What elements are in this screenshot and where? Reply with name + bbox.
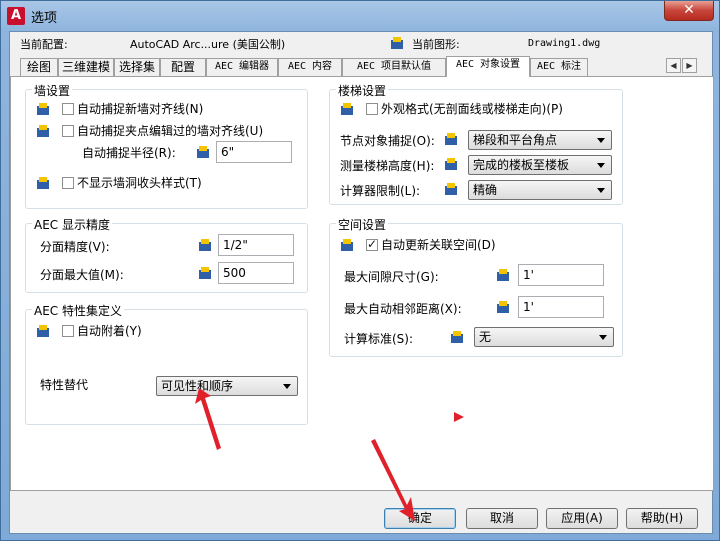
annotation-arrow-icon (454, 412, 464, 422)
window-title: 选项 (31, 11, 58, 26)
facet-deviation-input[interactable]: 1/2" (218, 234, 294, 256)
auto-update-space-label: 自动更新关联空间(D) (381, 238, 496, 252)
drawing-default-icon (497, 301, 509, 313)
drawing-default-icon (37, 177, 49, 189)
drawing-default-icon (199, 239, 211, 251)
hide-cleanup-label: 不显示墙洞收头样式(T) (77, 176, 202, 190)
drawing-default-icon (341, 103, 353, 115)
max-gap-label: 最大间隙尺寸(G): (344, 270, 439, 284)
tab-aec-editor[interactable]: AEC 编辑器 (206, 58, 278, 76)
measure-height-dropdown[interactable]: 完成的楼板至楼板 (468, 155, 612, 175)
chevron-down-icon (597, 163, 605, 168)
calculator-limits-label: 计算器限制(L): (340, 184, 421, 198)
tab-selection[interactable]: 选择集 (114, 58, 160, 76)
current-profile-label: 当前配置: (20, 38, 68, 51)
tab-scroll-left-icon[interactable]: ◀ (666, 58, 681, 73)
facet-deviation-label: 分面精度(V): (40, 240, 110, 254)
stair-settings-group: 楼梯设置 外观格式(无剖面线或楼梯走向)(P) 节点对象捕捉(O): 梯段和平台… (329, 82, 623, 205)
measure-height-label: 测量楼梯高度(H): (340, 159, 435, 173)
max-adjacent-input[interactable]: 1' (518, 296, 604, 318)
space-settings-group: 空间设置 自动更新关联空间(D) 最大间隙尺寸(G): 1' 最大自动相邻距离(… (329, 216, 623, 357)
property-set-group: AEC 特性集定义 自动附着(Y) 特性替代 可见性和顺序 (25, 302, 308, 425)
autosnap-new-walls-label: 自动捕捉新墙对齐线(N) (77, 102, 204, 116)
drawing-default-icon (197, 146, 209, 158)
calculator-limits-value: 精确 (473, 183, 498, 197)
calc-standard-value: 无 (479, 330, 492, 344)
tab-aec-project-defaults[interactable]: AEC 项目默认值 (342, 58, 446, 76)
node-snap-label: 节点对象捕捉(O): (340, 134, 435, 148)
drawing-default-icon (445, 158, 457, 170)
max-gap-input[interactable]: 1' (518, 264, 604, 286)
drawing-default-icon (497, 269, 509, 281)
space-settings-title: 空间设置 (336, 216, 389, 233)
measure-height-value: 完成的楼板至楼板 (473, 158, 570, 172)
current-drawing-label: 当前图形: (412, 38, 460, 51)
hide-cleanup-checkbox[interactable]: 不显示墙洞收头样式(T) (62, 174, 202, 191)
calc-standard-dropdown[interactable]: 无 (474, 327, 614, 347)
drawing-default-icon (37, 125, 49, 137)
drawing-default-icon (445, 133, 457, 145)
tab-3d-modeling[interactable]: 三维建模 (58, 58, 114, 76)
property-set-title: AEC 特性集定义 (32, 302, 124, 319)
autosnap-radius-input[interactable]: 6" (216, 141, 292, 163)
dialog-client: 当前配置: AutoCAD Arc...ure (美国公制) 当前图形: Dra… (9, 31, 714, 534)
drawing-default-icon (37, 103, 49, 115)
display-resolution-title: AEC 显示精度 (32, 216, 112, 233)
cancel-button[interactable]: 取消 (466, 508, 538, 529)
autosnap-grip-walls-checkbox[interactable]: 自动捕捉夹点编辑过的墙对齐线(U) (62, 122, 263, 139)
autosnap-radius-label: 自动捕捉半径(R): (82, 146, 176, 160)
wall-settings-group: 墙设置 自动捕捉新墙对齐线(N) 自动捕捉夹点编辑过的墙对齐线(U) 自动捕捉半… (25, 82, 308, 209)
tab-aec-object-settings[interactable]: AEC 对象设置 (446, 56, 530, 77)
auto-attach-label: 自动附着(Y) (77, 324, 142, 338)
apply-button[interactable]: 应用(A) (546, 508, 618, 529)
auto-attach-checkbox[interactable]: 自动附着(Y) (62, 322, 142, 339)
aec-object-settings-panel: 墙设置 自动捕捉新墙对齐线(N) 自动捕捉夹点编辑过的墙对齐线(U) 自动捕捉半… (10, 76, 714, 491)
display-resolution-group: AEC 显示精度 分面精度(V): 1/2" 分面最大值(M): 500 (25, 216, 308, 293)
drawing-default-icon (199, 267, 211, 279)
drawing-default-icon (341, 239, 353, 251)
tab-profiles[interactable]: 配置 (160, 58, 206, 76)
stair-settings-title: 楼梯设置 (336, 82, 389, 99)
tab-drafting[interactable]: 绘图 (20, 58, 58, 76)
facet-max-label: 分面最大值(M): (40, 268, 124, 282)
chevron-down-icon (597, 188, 605, 193)
stair-plan-style-label: 外观格式(无剖面线或楼梯走向)(P) (381, 102, 563, 116)
autocad-logo-icon: A (7, 7, 25, 25)
drawing-default-icon (445, 183, 457, 195)
tab-scroll-right-icon[interactable]: ▶ (682, 58, 697, 73)
help-button[interactable]: 帮助(H) (626, 508, 698, 529)
drawing-default-icon (451, 331, 463, 343)
drawing-default-icon (37, 325, 49, 337)
current-drawing-value: Drawing1.dwg (528, 38, 601, 49)
annotation-arrow-icon (371, 439, 415, 521)
chevron-down-icon (283, 384, 291, 389)
auto-update-space-checkbox[interactable]: 自动更新关联空间(D) (366, 236, 496, 253)
node-snap-dropdown[interactable]: 梯段和平台角点 (468, 130, 612, 150)
autosnap-grip-walls-label: 自动捕捉夹点编辑过的墙对齐线(U) (77, 124, 264, 138)
close-button[interactable]: ✕ (664, 1, 714, 21)
title-bar[interactable]: A 选项 ✕ (1, 1, 719, 31)
property-override-label: 特性替代 (40, 378, 89, 392)
options-dialog: A 选项 ✕ 当前配置: AutoCAD Arc...ure (美国公制) 当前… (0, 0, 720, 541)
drawing-icon (391, 37, 403, 49)
calculator-limits-dropdown[interactable]: 精确 (468, 180, 612, 200)
tab-aec-content[interactable]: AEC 内容 (278, 58, 342, 76)
max-adjacent-label: 最大自动相邻距离(X): (344, 302, 462, 316)
chevron-down-icon (599, 335, 607, 340)
facet-max-input[interactable]: 500 (218, 262, 294, 284)
tab-aec-dimension[interactable]: AEC 标注 (530, 58, 588, 76)
annotation-arrow-icon (195, 388, 221, 450)
current-profile-value: AutoCAD Arc...ure (美国公制) (130, 38, 286, 51)
wall-settings-title: 墙设置 (32, 82, 73, 99)
calc-standard-label: 计算标准(S): (344, 332, 414, 346)
node-snap-value: 梯段和平台角点 (473, 133, 558, 147)
chevron-down-icon (597, 138, 605, 143)
autosnap-new-walls-checkbox[interactable]: 自动捕捉新墙对齐线(N) (62, 100, 203, 117)
options-tabs: 绘图 三维建模 选择集 配置 AEC 编辑器 AEC 内容 AEC 项目默认值 … (10, 56, 714, 77)
stair-plan-style-checkbox[interactable]: 外观格式(无剖面线或楼梯走向)(P) (366, 100, 563, 117)
